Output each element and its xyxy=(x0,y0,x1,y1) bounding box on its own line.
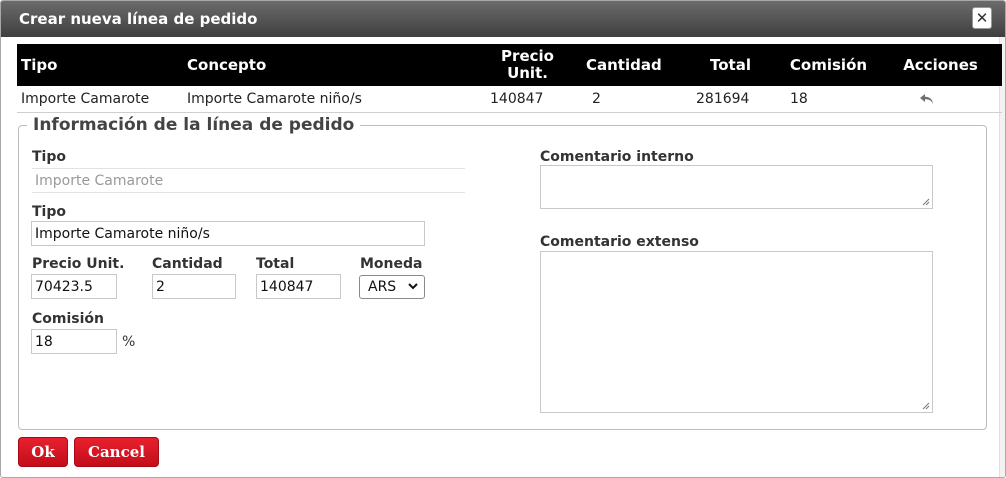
col-header-total[interactable]: Total xyxy=(683,44,778,86)
total-input[interactable] xyxy=(256,274,341,299)
cancel-button[interactable]: Cancel xyxy=(74,437,159,467)
create-order-line-dialog: Crear nueva línea de pedido ✕ Tipo Conce… xyxy=(0,0,1006,478)
cell-comision: 18 xyxy=(778,86,879,113)
close-icon: ✕ xyxy=(975,9,989,27)
ok-button[interactable]: Ok xyxy=(18,437,68,467)
comision-label: Comisión xyxy=(32,311,104,327)
cantidad-input[interactable] xyxy=(152,274,236,299)
chevron-down-icon xyxy=(408,283,418,290)
cell-concepto: Importe Camarote niño/s xyxy=(183,86,473,113)
undo-icon[interactable] xyxy=(919,92,935,106)
resize-grip-icon[interactable] xyxy=(921,401,930,410)
table-header-row: Tipo Concepto Precio Unit. Cantidad Tota… xyxy=(17,44,1002,86)
dialog-title: Crear nueva línea de pedido xyxy=(19,10,258,28)
moneda-select[interactable]: ARS xyxy=(359,275,425,299)
tipo2-label: Tipo xyxy=(32,204,66,220)
col-header-precio-line1: Precio xyxy=(501,47,554,65)
moneda-selected-value: ARS xyxy=(368,279,397,295)
table-row[interactable]: Importe Camarote Importe Camarote niño/s… xyxy=(17,86,1002,113)
col-header-cantidad[interactable]: Cantidad xyxy=(582,44,683,86)
comentario-extenso-label: Comentario extenso xyxy=(540,234,699,250)
col-header-tipo[interactable]: Tipo xyxy=(17,44,183,86)
comentario-interno-label: Comentario interno xyxy=(540,149,694,165)
col-header-precio-unit[interactable]: Precio Unit. xyxy=(473,44,582,86)
cell-cantidad: 2 xyxy=(582,86,683,113)
comentario-extenso-textarea[interactable] xyxy=(540,251,933,413)
col-header-acciones: Acciones xyxy=(879,44,1002,86)
order-lines-table: Tipo Concepto Precio Unit. Cantidad Tota… xyxy=(17,44,1002,113)
dialog-titlebar[interactable]: Crear nueva línea de pedido ✕ xyxy=(1,1,1005,37)
cell-precio-unit: 140847 xyxy=(473,86,582,113)
cantidad-label: Cantidad xyxy=(152,256,223,272)
fieldset-legend: Información de la línea de pedido xyxy=(33,115,355,135)
cell-tipo: Importe Camarote xyxy=(17,86,183,113)
close-button[interactable]: ✕ xyxy=(972,7,992,29)
resize-grip-icon[interactable] xyxy=(921,197,930,206)
precio-unit-label: Precio Unit. xyxy=(32,256,125,272)
moneda-label: Moneda xyxy=(360,256,423,272)
tipo-readonly-field xyxy=(32,168,465,193)
precio-unit-input[interactable] xyxy=(31,274,117,299)
total-label: Total xyxy=(256,256,295,272)
col-header-precio-line2: Unit. xyxy=(507,64,548,82)
cell-acciones xyxy=(879,86,1002,113)
col-header-concepto[interactable]: Concepto xyxy=(183,44,473,86)
cell-total: 281694 xyxy=(683,86,778,113)
comentario-interno-textarea[interactable] xyxy=(540,165,933,209)
tipo-label: Tipo xyxy=(32,149,66,165)
percent-unit: % xyxy=(122,334,136,350)
col-header-comision[interactable]: Comisión xyxy=(778,44,879,86)
tipo-concepto-input[interactable] xyxy=(31,221,425,246)
comision-input[interactable] xyxy=(31,329,117,354)
